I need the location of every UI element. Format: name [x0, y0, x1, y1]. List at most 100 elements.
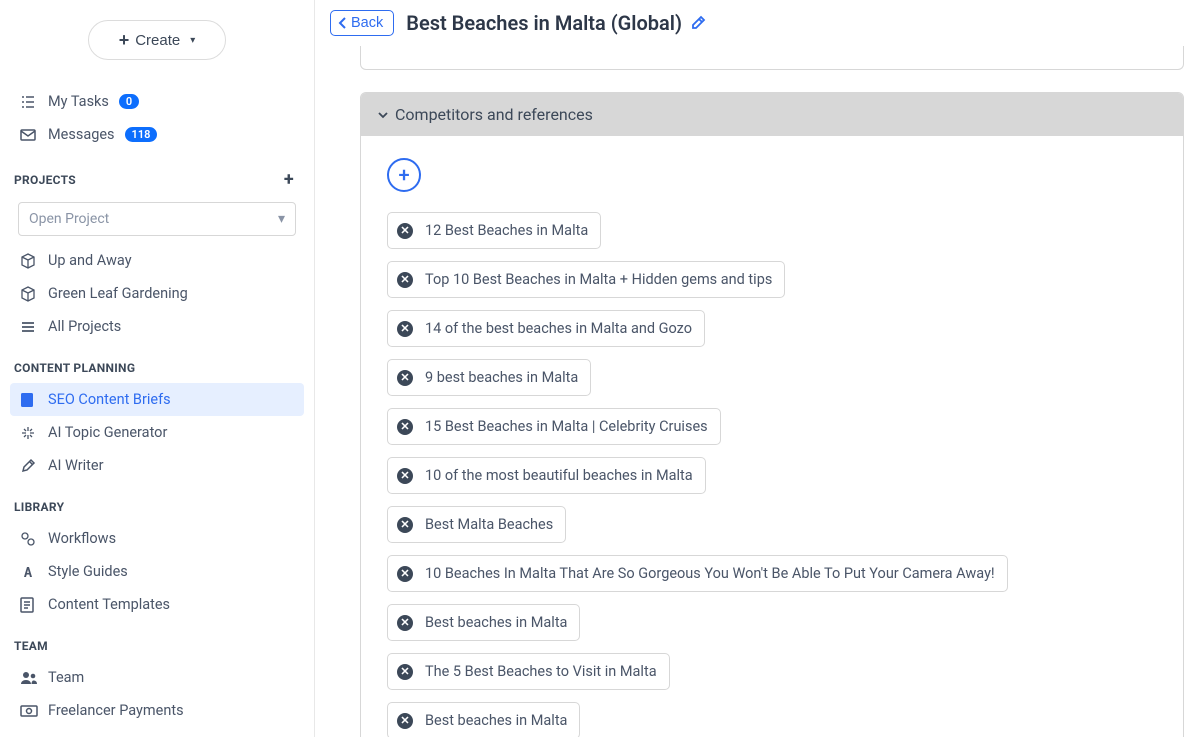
competitor-item[interactable]: ✕ 15 Best Beaches in Malta | Celebrity Cr… — [387, 408, 721, 445]
cash-icon — [20, 705, 38, 717]
envelope-icon — [20, 129, 38, 141]
nav-workflows[interactable]: Workflows — [10, 522, 304, 555]
competitor-item[interactable]: ✕ 9 best beaches in Malta — [387, 359, 591, 396]
competitor-item[interactable]: ✕ Best beaches in Malta — [387, 702, 580, 737]
competitor-title: Best Malta Beaches — [425, 516, 553, 533]
list-icon — [20, 319, 38, 335]
edit-title-icon[interactable] — [690, 15, 706, 31]
document-icon — [20, 392, 38, 408]
remove-icon[interactable]: ✕ — [397, 713, 413, 729]
remove-icon[interactable]: ✕ — [397, 370, 413, 386]
create-button[interactable]: + Create ▾ — [88, 20, 227, 60]
nav-ai-topic-generator[interactable]: AI Topic Generator — [10, 416, 304, 449]
nav-label: Content Templates — [48, 596, 170, 613]
remove-icon[interactable]: ✕ — [397, 664, 413, 680]
competitor-title: 10 of the most beautiful beaches in Malt… — [425, 467, 693, 484]
caret-down-icon: ▾ — [278, 211, 285, 227]
competitor-title: 15 Best Beaches in Malta | Celebrity Cru… — [425, 418, 708, 435]
section-header-team: TEAM — [10, 621, 304, 661]
project-item-green-leaf[interactable]: Green Leaf Gardening — [10, 277, 304, 310]
competitor-item[interactable]: ✕ The 5 Best Beaches to Visit in Malta — [387, 653, 670, 690]
competitor-title: Best beaches in Malta — [425, 614, 567, 631]
nav-label: Style Guides — [48, 563, 128, 580]
nav-messages[interactable]: Messages 118 — [10, 118, 304, 151]
competitors-panel: Competitors and references + ✕ 12 Best Be… — [360, 92, 1184, 737]
nav-label: Messages — [48, 126, 115, 143]
remove-icon[interactable]: ✕ — [397, 468, 413, 484]
plus-icon: + — [119, 31, 130, 49]
section-title: LIBRARY — [14, 500, 64, 514]
competitor-item[interactable]: ✕ Best beaches in Malta — [387, 604, 580, 641]
competitor-title: Best beaches in Malta — [425, 712, 567, 729]
nav-label: Workflows — [48, 530, 116, 547]
open-project-select[interactable]: Open Project ▾ — [18, 202, 296, 236]
chevron-left-icon — [337, 16, 349, 30]
nav-label: Freelancer Payments — [48, 702, 184, 719]
remove-icon[interactable]: ✕ — [397, 419, 413, 435]
competitor-item[interactable]: ✕ 10 of the most beautiful beaches in Mal… — [387, 457, 706, 494]
remove-icon[interactable]: ✕ — [397, 615, 413, 631]
section-title: PROJECTS — [14, 173, 76, 187]
project-label: All Projects — [48, 318, 121, 335]
competitor-title: 9 best beaches in Malta — [425, 369, 578, 386]
gears-icon — [20, 531, 38, 547]
project-label: Up and Away — [48, 252, 132, 269]
panel-title: Competitors and references — [395, 105, 593, 124]
people-icon — [20, 671, 38, 685]
competitor-title: Top 10 Best Beaches in Malta + Hidden ge… — [425, 271, 772, 288]
content-area: Competitors and references + ✕ 12 Best Be… — [315, 46, 1184, 737]
nav-style-guides[interactable]: Style Guides — [10, 555, 304, 588]
box-icon — [20, 286, 38, 302]
template-icon — [20, 597, 38, 613]
competitor-item[interactable]: ✕ 12 Best Beaches in Malta — [387, 212, 601, 249]
box-icon — [20, 253, 38, 269]
page-title: Best Beaches in Malta (Global) — [406, 11, 682, 35]
competitor-title: 10 Beaches In Malta That Are So Gorgeous… — [425, 565, 995, 582]
nav-content-templates[interactable]: Content Templates — [10, 588, 304, 621]
competitors-panel-header[interactable]: Competitors and references — [361, 93, 1183, 136]
back-label: Back — [351, 15, 383, 31]
messages-count-badge: 118 — [125, 127, 158, 142]
remove-icon[interactable]: ✕ — [397, 566, 413, 582]
nav-my-tasks[interactable]: My Tasks 0 — [10, 85, 304, 118]
tasks-icon — [20, 94, 38, 110]
competitors-panel-body: + ✕ 12 Best Beaches in Malta ✕ Top 10 Best … — [361, 136, 1183, 737]
competitor-title: The 5 Best Beaches to Visit in Malta — [425, 663, 657, 680]
sidebar: + Create ▾ My Tasks 0 Messages 118 PROJE… — [0, 0, 315, 737]
competitor-title: 14 of the best beaches in Malta and Gozo — [425, 320, 692, 337]
select-placeholder: Open Project — [29, 211, 109, 227]
project-item-all[interactable]: All Projects — [10, 310, 304, 343]
competitor-item[interactable]: ✕ 14 of the best beaches in Malta and Goz… — [387, 310, 705, 347]
remove-icon[interactable]: ✕ — [397, 517, 413, 533]
nav-freelancer-payments[interactable]: Freelancer Payments — [10, 694, 304, 727]
competitor-item[interactable]: ✕ 10 Beaches In Malta That Are So Gorgeou… — [387, 555, 1008, 592]
nav-ai-writer[interactable]: AI Writer — [10, 449, 304, 482]
pen-icon — [20, 458, 38, 474]
chevron-down-icon — [377, 109, 389, 121]
tasks-count-badge: 0 — [119, 94, 139, 109]
add-competitor-button[interactable]: + — [387, 158, 421, 192]
remove-icon[interactable]: ✕ — [397, 272, 413, 288]
section-header-projects: PROJECTS + — [10, 151, 304, 198]
remove-icon[interactable]: ✕ — [397, 321, 413, 337]
section-title: CONTENT PLANNING — [14, 361, 135, 375]
nav-label: My Tasks — [48, 93, 109, 110]
competitor-item[interactable]: ✕ Top 10 Best Beaches in Malta + Hidden g… — [387, 261, 785, 298]
section-header-library: LIBRARY — [10, 482, 304, 522]
project-item-up-and-away[interactable]: Up and Away — [10, 244, 304, 277]
nav-seo-content-briefs[interactable]: SEO Content Briefs — [10, 383, 304, 416]
back-button[interactable]: Back — [330, 10, 394, 36]
competitor-item[interactable]: ✕ Best Malta Beaches — [387, 506, 566, 543]
add-project-icon[interactable]: + — [284, 169, 294, 190]
topbar: Back Best Beaches in Malta (Global) — [315, 0, 1184, 46]
project-label: Green Leaf Gardening — [48, 285, 188, 302]
font-icon — [20, 564, 38, 580]
plus-icon: + — [398, 163, 409, 187]
nav-label: Team — [48, 669, 84, 686]
nav-team[interactable]: Team — [10, 661, 304, 694]
create-button-label: Create — [135, 32, 180, 49]
sparkle-icon — [20, 425, 38, 441]
competitor-title: 12 Best Beaches in Malta — [425, 222, 588, 239]
previous-panel-bottom — [360, 46, 1184, 70]
remove-icon[interactable]: ✕ — [397, 223, 413, 239]
